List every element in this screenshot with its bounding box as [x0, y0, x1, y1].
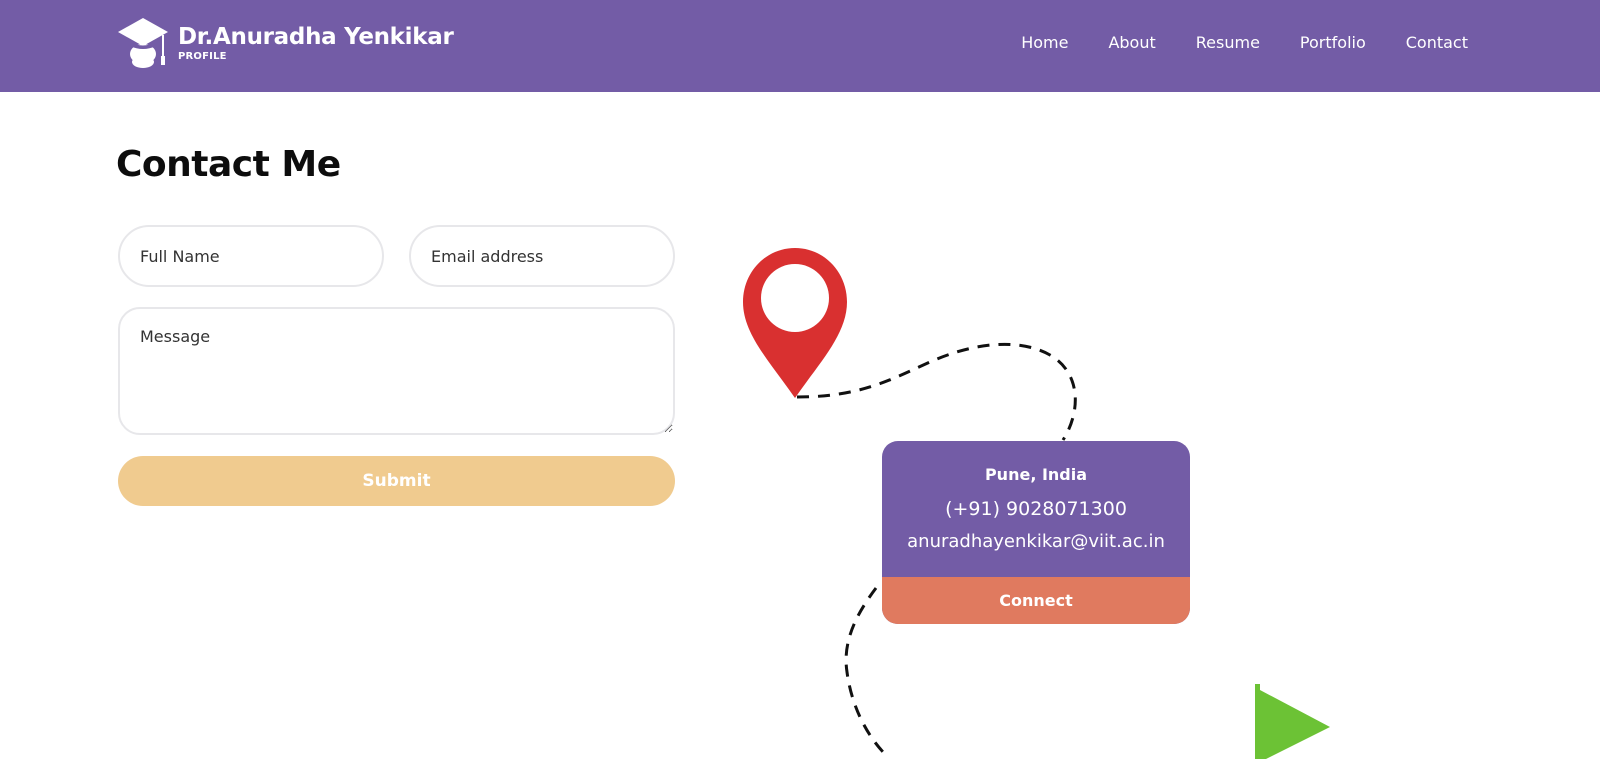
message-textarea[interactable]	[118, 307, 675, 435]
brand[interactable]: Dr.Anuradha Yenkikar PROFILE	[116, 16, 454, 70]
graduation-cap-icon	[118, 18, 168, 68]
contact-email: anuradhayenkikar@viit.ac.in	[907, 531, 1165, 552]
full-name-input[interactable]	[118, 225, 384, 287]
nav-home[interactable]: Home	[1021, 32, 1068, 54]
connect-button[interactable]: Connect	[882, 577, 1190, 624]
flag-icon	[1255, 684, 1330, 759]
email-input[interactable]	[409, 225, 675, 287]
nav-resume[interactable]: Resume	[1196, 32, 1260, 54]
site-header: Dr.Anuradha Yenkikar PROFILE Home About …	[0, 0, 1600, 92]
submit-button[interactable]: Submit	[118, 456, 675, 506]
brand-title: Dr.Anuradha Yenkikar	[178, 24, 454, 50]
contact-city: Pune, India	[984, 465, 1088, 484]
contact-phone: (+91) 9028071300	[945, 498, 1127, 520]
nav-contact[interactable]: Contact	[1406, 32, 1468, 54]
brand-subtitle: PROFILE	[178, 51, 227, 62]
main-nav: Home About Resume Portfolio Contact	[981, 32, 1468, 54]
page-title: Contact Me	[116, 144, 341, 185]
map-pin-icon	[743, 248, 847, 398]
nav-portfolio[interactable]: Portfolio	[1300, 32, 1366, 54]
nav-about[interactable]: About	[1108, 32, 1155, 54]
contact-card: Pune, India (+91) 9028071300 anuradhayen…	[882, 441, 1190, 624]
